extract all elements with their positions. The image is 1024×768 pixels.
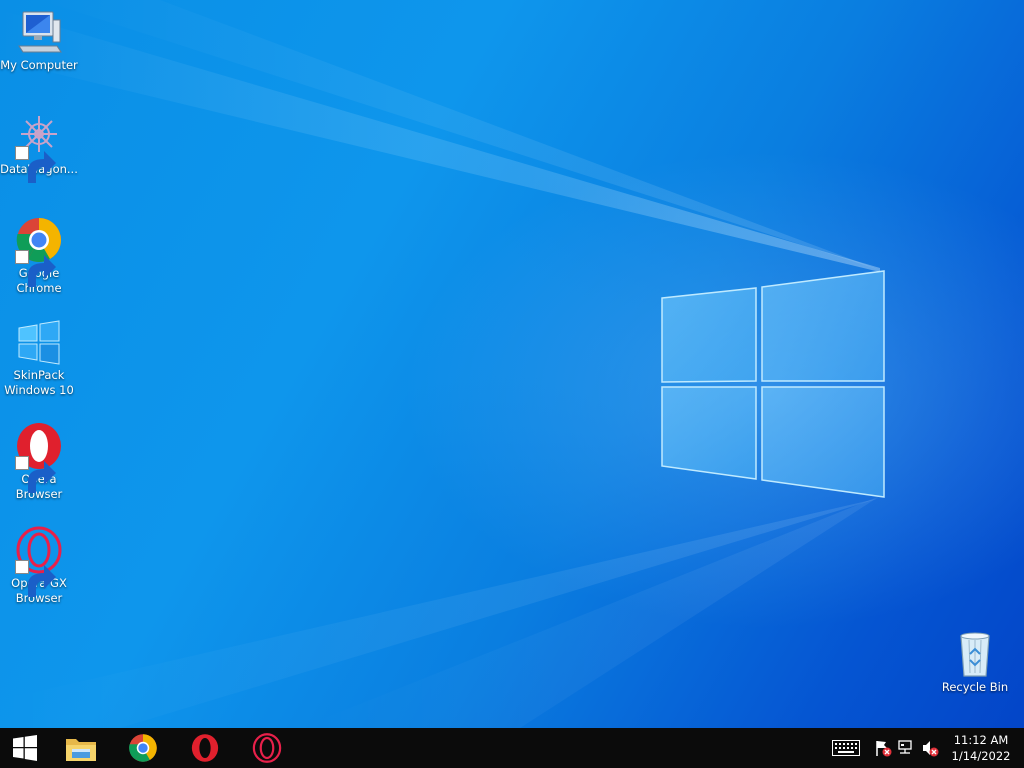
keyboard-icon[interactable]	[832, 738, 860, 758]
shortcut-arrow-icon	[15, 456, 56, 493]
recycle-bin-icon	[951, 630, 999, 678]
start-windows-icon	[13, 735, 37, 761]
opera-icon	[191, 734, 219, 762]
taskbar-file-explorer-button[interactable]	[56, 728, 106, 768]
taskbar-clock[interactable]: 11:12 AM 1/14/2022	[944, 732, 1018, 764]
datawagon-icon	[15, 112, 63, 183]
opera-gx-icon	[252, 733, 282, 763]
network-icon[interactable]	[896, 738, 916, 758]
opera-gx-icon	[15, 526, 63, 597]
volume-muted-icon[interactable]	[920, 738, 940, 758]
taskbar-opera-button[interactable]	[180, 728, 230, 768]
chrome-icon	[129, 734, 157, 762]
desktop-icon-google-chrome[interactable]: Google Chrome	[0, 216, 78, 296]
desktop-icon-skinpack[interactable]: SkinPack Windows 10	[0, 318, 78, 398]
opera-icon	[15, 422, 63, 493]
chrome-icon	[15, 216, 63, 287]
desktop-icon-recycle-bin[interactable]: Recycle Bin	[936, 630, 1014, 695]
desktop-icon-my-computer[interactable]: My Computer	[0, 8, 78, 73]
clock-time: 11:12 AM	[953, 733, 1009, 747]
desktop-icon-opera-gx[interactable]: Opera GX Browser	[0, 526, 78, 606]
shortcut-arrow-icon	[15, 560, 56, 597]
folder-icon	[66, 739, 96, 761]
computer-icon	[15, 8, 63, 56]
start-button[interactable]	[0, 728, 50, 768]
desktop-icon-datawagon[interactable]: DataWagon...	[0, 112, 78, 183]
taskbar: 11:12 AM 1/14/2022	[0, 728, 1024, 768]
desktop-icon-label: My Computer	[0, 58, 78, 72]
desktop-icon-opera-browser[interactable]: Opera Browser	[0, 422, 78, 502]
taskbar-chrome-button[interactable]	[118, 728, 168, 768]
windows-logo-icon	[15, 318, 63, 366]
shortcut-arrow-icon	[15, 146, 56, 183]
taskbar-opera-gx-button[interactable]	[242, 728, 292, 768]
action-center-flag-icon[interactable]	[873, 738, 893, 758]
wallpaper-windows-logo	[661, 270, 885, 498]
desktop-icon-label: Recycle Bin	[941, 680, 1009, 694]
desktop-icon-label: SkinPack Windows 10	[4, 368, 74, 397]
desktop-wallpaper[interactable]: My Computer DataWagon... Google Chrome S…	[0, 0, 1024, 728]
clock-date: 1/14/2022	[951, 749, 1011, 763]
shortcut-arrow-icon	[15, 250, 56, 287]
